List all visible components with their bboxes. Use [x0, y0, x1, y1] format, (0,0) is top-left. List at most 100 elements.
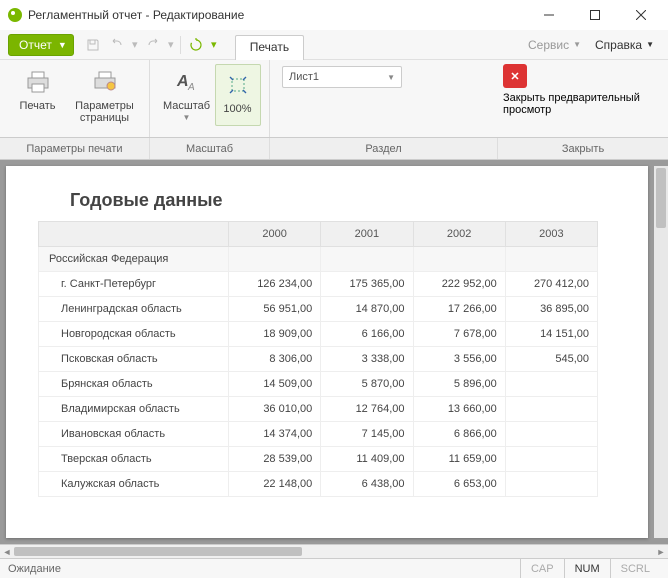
table-header-cell: 2003	[505, 222, 597, 247]
svg-text:A: A	[187, 82, 195, 93]
status-num: NUM	[564, 559, 610, 578]
print-button[interactable]: Печать	[8, 64, 68, 126]
table-cell	[505, 447, 597, 472]
preview-page: Годовые данные 2000200120022003 Российск…	[6, 166, 648, 538]
table-header-cell	[39, 222, 229, 247]
table-cell: 5 870,00	[321, 372, 413, 397]
ribbon-group-labels: Параметры печати Масштаб Раздел Закрыть	[0, 138, 668, 160]
window-title: Регламентный отчет - Редактирование	[28, 8, 244, 22]
table-cell: 545,00	[505, 347, 597, 372]
table-cell: 28 539,00	[229, 447, 321, 472]
group-label-close: Закрыть	[498, 138, 668, 159]
statusbar: Ожидание CAP NUM SCRL	[0, 558, 668, 578]
minimize-button[interactable]	[526, 0, 572, 30]
table-cell: 11 409,00	[321, 447, 413, 472]
group-label-print: Параметры печати	[0, 138, 150, 159]
scale-button[interactable]: AA Масштаб ▼	[159, 64, 215, 126]
ribbon-group-print: Печать Параметры страницы	[0, 60, 150, 137]
vertical-scrollbar[interactable]	[654, 166, 668, 538]
table-header-cell: 2001	[321, 222, 413, 247]
table-cell: 6 166,00	[321, 322, 413, 347]
table-cell	[505, 422, 597, 447]
report-menu-button[interactable]: Отчет ▼	[8, 34, 74, 56]
scrollbar-thumb[interactable]	[656, 168, 666, 228]
report-menu-label: Отчет	[19, 38, 52, 52]
report-title: Годовые данные	[70, 190, 616, 211]
scrollbar-thumb[interactable]	[14, 547, 302, 556]
table-cell: 270 412,00	[505, 272, 597, 297]
fullscreen-icon	[222, 69, 254, 101]
table-row: Калужская область22 148,006 438,006 653,…	[39, 472, 598, 497]
service-menu[interactable]: Сервис▼	[522, 36, 587, 54]
titlebar: Регламентный отчет - Редактирование	[0, 0, 668, 30]
scroll-left-icon[interactable]: ◄	[0, 545, 14, 558]
chevron-down-icon: ▼	[183, 112, 191, 124]
svg-text:A: A	[176, 73, 189, 90]
redo-icon[interactable]	[142, 34, 164, 56]
help-menu[interactable]: Справка▼	[589, 36, 660, 54]
table-cell: 126 234,00	[229, 272, 321, 297]
table-header-cell: 2002	[413, 222, 505, 247]
table-row: г. Санкт-Петербург126 234,00175 365,0022…	[39, 272, 598, 297]
refresh-icon[interactable]	[185, 34, 207, 56]
scroll-right-icon[interactable]: ►	[654, 545, 668, 558]
zoom-100-button[interactable]: 100%	[215, 64, 261, 126]
table-cell: 3 338,00	[321, 347, 413, 372]
quick-access-toolbar: ▾ ▾ ▾	[82, 34, 219, 56]
table-cell: 6 653,00	[413, 472, 505, 497]
table-cell-name: г. Санкт-Петербург	[39, 272, 229, 297]
close-preview-button[interactable]: ✕ Закрыть предварительный просмотр	[503, 64, 663, 116]
table-cell: 17 266,00	[413, 297, 505, 322]
undo-icon[interactable]	[106, 34, 128, 56]
table-row: Тверская область28 539,0011 409,0011 659…	[39, 447, 598, 472]
table-row: Новгородская область18 909,006 166,007 6…	[39, 322, 598, 347]
printer-icon	[22, 66, 54, 98]
table-cell: 13 660,00	[413, 397, 505, 422]
table-cell: 7 145,00	[321, 422, 413, 447]
table-cell: 6 438,00	[321, 472, 413, 497]
page-setup-button[interactable]: Параметры страницы	[68, 64, 142, 126]
group-label-scale: Масштаб	[150, 138, 270, 159]
table-cell-name: Калужская область	[39, 472, 229, 497]
close-button[interactable]	[618, 0, 664, 30]
scrollbar-track[interactable]	[14, 545, 654, 558]
table-cell: 8 306,00	[229, 347, 321, 372]
table-cell: 7 678,00	[413, 322, 505, 347]
table-cell: 14 509,00	[229, 372, 321, 397]
page-setup-icon	[89, 66, 121, 98]
sheet-dropdown[interactable]: Лист1 ▼	[282, 66, 402, 88]
table-group-cell: Российская Федерация	[39, 247, 229, 272]
table-cell: 3 556,00	[413, 347, 505, 372]
save-icon[interactable]	[82, 34, 104, 56]
undo-dropdown-icon[interactable]: ▾	[130, 34, 140, 56]
menubar: Отчет ▼ ▾ ▾ ▾ Печать Сервис▼ Справка▼	[0, 30, 668, 60]
table-cell	[505, 372, 597, 397]
table-cell: 56 951,00	[229, 297, 321, 322]
refresh-dropdown-icon[interactable]: ▾	[209, 34, 219, 56]
table-cell-name: Тверская область	[39, 447, 229, 472]
horizontal-scrollbar[interactable]: ◄ ►	[0, 544, 668, 558]
table-cell: 14 870,00	[321, 297, 413, 322]
table-cell: 6 866,00	[413, 422, 505, 447]
table-cell: 222 952,00	[413, 272, 505, 297]
scale-icon: AA	[171, 66, 203, 98]
ribbon: Печать Параметры страницы AA Масштаб ▼ 1…	[0, 60, 668, 138]
table-row: Псковская область8 306,003 338,003 556,0…	[39, 347, 598, 372]
ribbon-group-section: Лист1 ▼	[270, 60, 498, 137]
table-cell: 14 151,00	[505, 322, 597, 347]
table-row: Брянская область14 509,005 870,005 896,0…	[39, 372, 598, 397]
table-cell	[505, 397, 597, 422]
table-row: Владимирская область36 010,0012 764,0013…	[39, 397, 598, 422]
table-cell: 11 659,00	[413, 447, 505, 472]
maximize-button[interactable]	[572, 0, 618, 30]
tab-print[interactable]: Печать	[235, 35, 304, 60]
table-cell-name: Владимирская область	[39, 397, 229, 422]
table-row: Ленинградская область56 951,0014 870,001…	[39, 297, 598, 322]
ribbon-group-scale: AA Масштаб ▼ 100%	[150, 60, 270, 137]
status-text: Ожидание	[8, 563, 61, 575]
chevron-down-icon: ▼	[646, 40, 654, 49]
redo-dropdown-icon[interactable]: ▾	[166, 34, 176, 56]
table-cell: 5 896,00	[413, 372, 505, 397]
report-table: 2000200120022003 Российская Федерацияг. …	[38, 221, 598, 497]
table-cell: 22 148,00	[229, 472, 321, 497]
